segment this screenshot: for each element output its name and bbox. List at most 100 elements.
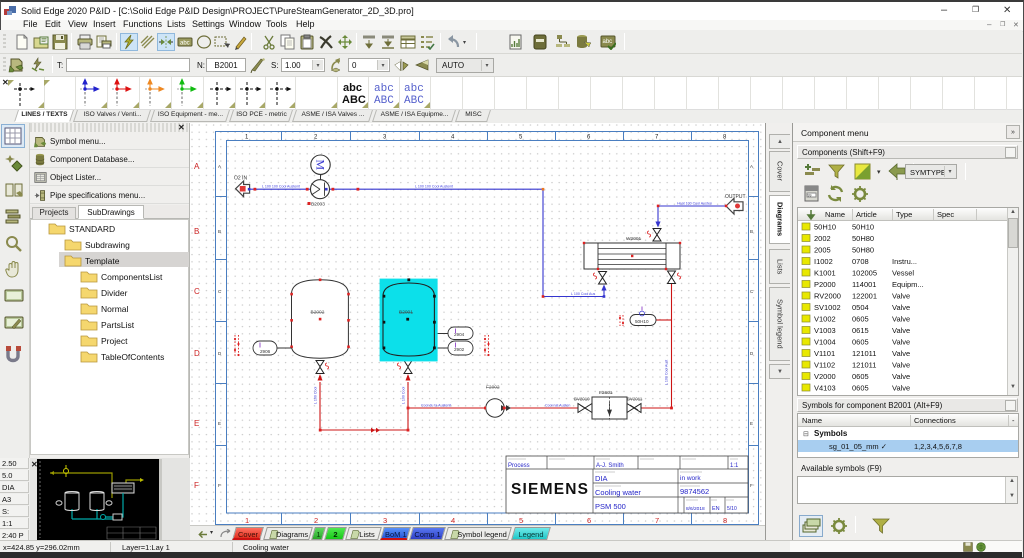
- svg-text:4: 4: [451, 516, 455, 525]
- svg-text:F: F: [750, 483, 753, 488]
- svg-text:A-J. Smith: A-J. Smith: [596, 463, 624, 469]
- svg-text:114001: 114001: [852, 280, 876, 289]
- svg-text:V2000: V2000: [814, 372, 836, 381]
- svg-text:F2002: F2002: [486, 385, 500, 391]
- svg-text:ABC: ABC: [342, 94, 366, 106]
- svg-text:102005: 102005: [852, 269, 877, 278]
- svg-text:E: E: [750, 421, 753, 426]
- svg-text:121011: 121011: [852, 361, 876, 370]
- svg-text:P2000: P2000: [814, 280, 836, 289]
- svg-text:L 100 100 Cool Austenit: L 100 100 Cool Austenit: [262, 185, 300, 189]
- svg-text:V1102: V1102: [814, 361, 835, 370]
- svg-text:PSM 500: PSM 500: [595, 502, 626, 511]
- svg-text:K1001: K1001: [814, 269, 836, 278]
- svg-text:Instru...: Instru...: [892, 257, 917, 266]
- svg-text:O2 IN: O2 IN: [234, 176, 247, 182]
- svg-text:7: 7: [655, 516, 659, 525]
- svg-text:V1101: V1101: [814, 349, 835, 358]
- svg-text:Process: Process: [508, 463, 530, 469]
- svg-text:PartsList: PartsList: [101, 320, 135, 330]
- svg-text:99: 99: [808, 194, 812, 198]
- svg-text:A: A: [194, 162, 200, 171]
- svg-text:L 100 Cool: L 100 Cool: [314, 387, 318, 404]
- svg-text:122001: 122001: [852, 292, 877, 301]
- svg-text:Valve: Valve: [892, 361, 910, 370]
- svg-text:Valve: Valve: [892, 372, 910, 381]
- svg-text:B: B: [218, 229, 221, 234]
- svg-text:SV1002: SV1002: [814, 303, 841, 312]
- svg-text:2005: 2005: [814, 246, 831, 255]
- svg-text:A: A: [218, 164, 221, 169]
- svg-text:Cool du ta Austenit: Cool du ta Austenit: [421, 404, 451, 408]
- svg-text:W2001: W2001: [626, 236, 642, 242]
- svg-text:2906: 2906: [260, 349, 271, 354]
- svg-text:A: A: [750, 164, 753, 169]
- svg-text:Vessel: Vessel: [892, 269, 914, 278]
- svg-text:abc: abc: [404, 83, 424, 95]
- svg-text:B: B: [750, 229, 753, 234]
- svg-text:5/10: 5/10: [727, 506, 737, 512]
- svg-text:TableOfContents: TableOfContents: [101, 352, 164, 362]
- svg-text:F: F: [218, 483, 221, 488]
- svg-text:OUTPUT: OUTPUT: [725, 194, 746, 200]
- svg-text:Valve: Valve: [892, 326, 910, 335]
- svg-text:V1002: V1002: [814, 315, 836, 324]
- svg-text:50H10: 50H10: [635, 319, 649, 324]
- svg-text:3: 3: [383, 516, 387, 525]
- svg-text:Project: Project: [101, 336, 128, 346]
- svg-text:ABC: ABC: [374, 95, 394, 107]
- svg-text:V4103: V4103: [814, 384, 836, 393]
- svg-text:0605: 0605: [852, 315, 869, 324]
- svg-text:50H80: 50H80: [852, 246, 874, 255]
- svg-text:2: 2: [314, 516, 318, 525]
- svg-text:STANDARD: STANDARD: [69, 224, 115, 234]
- svg-text:9874562: 9874562: [680, 487, 709, 496]
- svg-text:Valve: Valve: [892, 384, 910, 393]
- svg-text:B2001: B2001: [399, 310, 413, 316]
- svg-text:D: D: [194, 349, 200, 358]
- svg-text:V1004: V1004: [814, 338, 836, 347]
- svg-text:Subdrawing: Subdrawing: [85, 240, 130, 250]
- svg-text:50H80: 50H80: [852, 234, 874, 243]
- svg-text:SIEMENS: SIEMENS: [511, 481, 588, 498]
- svg-text:BV2011: BV2011: [627, 397, 643, 402]
- svg-text:5: 5: [519, 516, 523, 525]
- svg-text:Template: Template: [85, 256, 120, 266]
- svg-text:Valve: Valve: [892, 315, 910, 324]
- svg-text:Valve: Valve: [892, 338, 910, 347]
- svg-text:8/6/2018: 8/6/2018: [686, 506, 705, 512]
- svg-text:F2601: F2601: [599, 390, 613, 396]
- svg-text:Valve: Valve: [892, 349, 910, 358]
- svg-text:0605: 0605: [852, 338, 869, 347]
- svg-text:ComponentsList: ComponentsList: [101, 272, 163, 282]
- svg-text:I1002: I1002: [814, 257, 833, 266]
- svg-text:RV2000: RV2000: [814, 292, 841, 301]
- svg-text:0615: 0615: [852, 326, 869, 335]
- svg-text:Equipm...: Equipm...: [892, 280, 924, 289]
- svg-text:L 100 Cool Aust: L 100 Cool Aust: [665, 360, 669, 385]
- svg-text:in work: in work: [680, 475, 701, 482]
- svg-text:Cool nat Austen: Cool nat Austen: [545, 404, 570, 408]
- svg-text:Valve: Valve: [892, 292, 910, 301]
- svg-text:Divider: Divider: [101, 288, 128, 298]
- svg-text:L 100 100 Cool Austenit: L 100 100 Cool Austenit: [415, 185, 453, 189]
- svg-text:0605: 0605: [852, 384, 869, 393]
- svg-text:C: C: [194, 287, 200, 296]
- svg-text:F: F: [194, 481, 199, 490]
- svg-text:2902: 2902: [454, 347, 465, 352]
- svg-text:1:1: 1:1: [730, 463, 739, 469]
- svg-text:BV2010: BV2010: [574, 397, 590, 402]
- svg-text:abc: abc: [180, 41, 190, 47]
- svg-text:50H10: 50H10: [814, 223, 836, 232]
- svg-text:Normal: Normal: [101, 304, 129, 314]
- svg-text:abc: abc: [343, 82, 362, 94]
- svg-text:B2002: B2002: [311, 310, 325, 316]
- svg-text:B: B: [194, 227, 199, 236]
- svg-text:abc: abc: [374, 83, 394, 95]
- svg-text:abc: abc: [603, 39, 613, 45]
- svg-text:6: 6: [587, 516, 591, 525]
- svg-text:2002: 2002: [814, 234, 831, 243]
- svg-text:0605: 0605: [852, 372, 869, 381]
- svg-text:0504: 0504: [852, 303, 869, 312]
- svg-text:0708: 0708: [852, 257, 869, 266]
